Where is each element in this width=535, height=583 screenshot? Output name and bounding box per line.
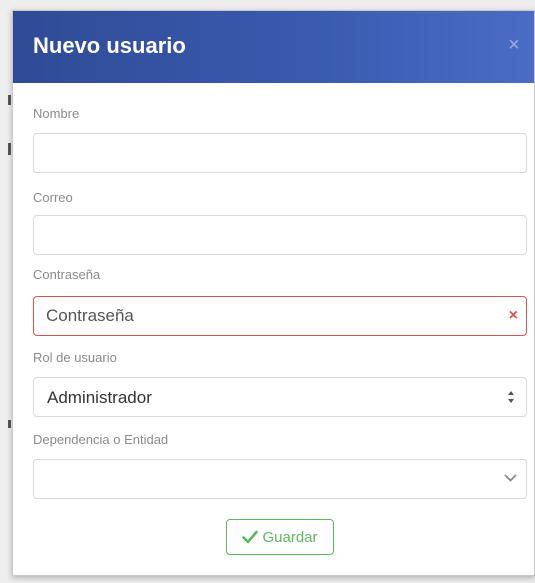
close-icon[interactable]: ×	[504, 35, 524, 55]
password-field: ×	[33, 296, 527, 336]
password-input[interactable]	[34, 297, 526, 335]
role-label: Rol de usuario	[33, 350, 117, 365]
email-label: Correo	[33, 190, 73, 205]
error-x-icon: ×	[508, 307, 518, 324]
name-input[interactable]	[34, 134, 526, 172]
role-select[interactable]: Administrador	[33, 377, 527, 417]
name-field	[33, 133, 527, 173]
name-label: Nombre	[33, 106, 80, 121]
background-fragment	[8, 420, 11, 428]
dependency-select[interactable]	[33, 459, 527, 499]
chevron-down-icon	[504, 474, 517, 482]
password-label: Contraseña	[33, 267, 101, 282]
dependency-label: Dependencia o Entidad	[33, 432, 169, 447]
new-user-modal: Nuevo usuario × Nombre Correo Contraseña…	[12, 10, 535, 576]
save-button[interactable]: Guardar	[226, 519, 334, 555]
sort-arrows-icon	[508, 391, 514, 403]
background-fragment	[8, 95, 11, 105]
modal-header: Nuevo usuario ×	[13, 11, 534, 83]
save-button-label: Guardar	[262, 528, 318, 546]
modal-title: Nuevo usuario	[33, 33, 186, 58]
check-icon	[242, 530, 259, 544]
role-selected-value: Administrador	[47, 388, 152, 407]
email-input[interactable]	[34, 216, 526, 254]
email-field	[33, 215, 527, 255]
background-fragment	[8, 143, 11, 155]
